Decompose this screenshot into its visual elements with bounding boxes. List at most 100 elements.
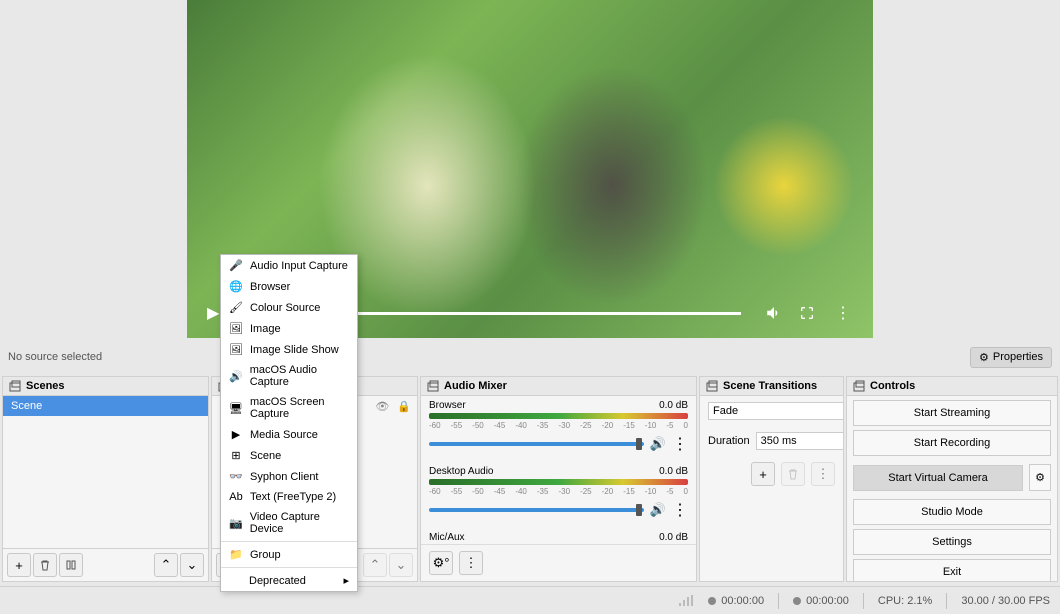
folder-icon: 📁 [229, 548, 243, 561]
control-button[interactable]: Studio Mode [853, 499, 1051, 525]
menu-item-icon: ▶ [229, 428, 243, 441]
meter-scale: -60-55-50-45-40-35-30-25-20-15-10-50 [429, 421, 688, 430]
audio-mixer-panel: Audio Mixer Browser0.0 dB -60-55-50-45-4… [420, 376, 697, 582]
eye-icon[interactable]: 👁 [375, 400, 389, 413]
fps-status: 30.00 / 30.00 FPS [961, 595, 1050, 607]
control-button[interactable]: Exit [853, 559, 1051, 581]
dock-icon [9, 380, 21, 392]
remove-transition-button[interactable] [781, 462, 805, 486]
mixer-channel: Browser0.0 dB -60-55-50-45-40-35-30-25-2… [421, 396, 696, 462]
menu-item[interactable]: 🔊macOS Audio Capture [221, 360, 357, 392]
transitions-panel: Scene Transitions ˄˅ Duration ˄˅ + ⋮ [699, 376, 844, 582]
menu-item-deprecated[interactable]: Deprecated ▸ [221, 570, 357, 591]
mixer-settings-button[interactable]: ⚙° [429, 551, 453, 575]
channel-name: Mic/Aux [429, 532, 465, 543]
channel-menu-icon[interactable]: ⋮ [672, 500, 688, 520]
source-down-button[interactable]: ⌄ [389, 553, 413, 577]
scene-item[interactable]: Scene [3, 396, 208, 416]
mixer-channel: Desktop Audio 0.0 dB -60-55-50-45-40-35-3… [421, 462, 696, 528]
speaker-icon[interactable]: 🔊 [650, 436, 666, 452]
source-up-button[interactable]: ⌃ [363, 553, 387, 577]
menu-item-label: Text (FreeType 2) [250, 491, 336, 503]
scene-filter-button[interactable] [59, 553, 83, 577]
menu-item-label: Media Source [250, 429, 318, 441]
transition-type-select[interactable] [708, 402, 843, 420]
more-icon[interactable]: ⋮ [833, 303, 853, 323]
transition-menu-button[interactable]: ⋮ [811, 462, 835, 486]
no-source-label: No source selected [8, 351, 102, 363]
dock-icon [427, 380, 439, 392]
play-icon[interactable]: ▶ [207, 303, 219, 323]
channel-name: Desktop Audio [429, 466, 494, 477]
scene-down-button[interactable]: ⌄ [180, 553, 204, 577]
mixer-channel: Mic/Aux0.0 dB -60-55-50-45-40-35-30-25-2… [421, 528, 696, 544]
dock-icon [706, 380, 718, 392]
channel-menu-icon[interactable]: ⋮ [672, 434, 688, 454]
live-time: 00:00:00 [721, 595, 764, 607]
menu-item-icon: Ab [229, 491, 243, 503]
menu-item-icon: 👓 [229, 470, 243, 483]
chevron-right-icon: ▸ [343, 574, 349, 587]
menu-item[interactable]: 🖼 Image [221, 318, 357, 339]
menu-item[interactable]: Ab Text (FreeType 2) [221, 487, 357, 507]
mixer-menu-button[interactable]: ⋮ [459, 551, 483, 575]
menu-item[interactable]: 🖥 macOS Screen Capture [221, 392, 357, 424]
audio-meter [429, 479, 688, 485]
status-bar: 00:00:00 00:00:00 CPU: 2.1% 30.00 / 30.0… [0, 586, 1060, 614]
panel-title: Controls [870, 380, 915, 392]
control-button[interactable]: Start Virtual Camera [853, 465, 1023, 491]
menu-item-label: Audio Input Capture [250, 260, 348, 272]
network-icon [678, 595, 694, 607]
volume-slider[interactable] [429, 442, 644, 446]
menu-item-label: Colour Source [250, 302, 320, 314]
channel-level: 0.0 dB [659, 466, 688, 477]
rec-time: 00:00:00 [806, 595, 849, 607]
menu-item-icon: 🔊 [229, 370, 243, 383]
scenes-panel: Scenes Scene + ⌃ ⌄ [2, 376, 209, 582]
fullscreen-icon[interactable] [799, 305, 819, 321]
volume-slider[interactable] [429, 508, 644, 512]
virtual-cam-settings-button[interactable]: ⚙ [1029, 464, 1051, 491]
menu-item[interactable]: 📷Video Capture Device [221, 507, 357, 539]
scene-up-button[interactable]: ⌃ [154, 553, 178, 577]
properties-button[interactable]: ⚙ Properties [970, 347, 1052, 368]
menu-item-icon: ⊞ [229, 449, 243, 462]
menu-item-label: Image [250, 323, 281, 335]
panel-title: Scene Transitions [723, 380, 817, 392]
menu-item[interactable]: 🎤 Audio Input Capture [221, 255, 357, 276]
add-transition-button[interactable]: + [751, 462, 775, 486]
lock-icon[interactable]: 🔒 [397, 400, 411, 413]
control-button[interactable]: Settings [853, 529, 1051, 555]
control-button[interactable]: Start Recording [853, 430, 1051, 456]
menu-item[interactable]: ⊞Scene [221, 445, 357, 466]
menu-item-icon: 🎤 [229, 259, 243, 272]
controls-panel: Controls Start Streaming Start Recording S… [846, 376, 1058, 582]
channel-level: 0.0 dB [659, 532, 688, 543]
panel-title: Audio Mixer [444, 380, 507, 392]
menu-item[interactable]: 👓Syphon Client [221, 466, 357, 487]
add-source-menu: 🎤 Audio Input Capture 🌐Browser 🖌 Colour Sour… [220, 254, 358, 592]
meter-scale: -60-55-50-45-40-35-30-25-20-15-10-50 [429, 487, 688, 496]
menu-item[interactable]: 🖌 Colour Source [221, 297, 357, 318]
menu-item[interactable]: 🖼Image Slide Show [221, 339, 357, 360]
live-dot-icon [708, 597, 716, 605]
menu-item-icon: 🖼 [229, 322, 243, 335]
speaker-icon[interactable]: 🔊 [650, 502, 666, 518]
menu-item[interactable]: ▶ Media Source [221, 424, 357, 445]
volume-icon[interactable] [765, 304, 785, 322]
channel-level: 0.0 dB [659, 400, 688, 411]
cpu-status: CPU: 2.1% [878, 595, 932, 607]
menu-item-group[interactable]: 📁 Group [221, 544, 357, 565]
menu-item-label: Image Slide Show [250, 344, 339, 356]
add-scene-button[interactable]: + [7, 553, 31, 577]
dock-icon [853, 380, 865, 392]
menu-item-label: Browser [250, 281, 290, 293]
remove-scene-button[interactable] [33, 553, 57, 577]
duration-input[interactable] [756, 432, 843, 450]
menu-item-icon: 🖥 [229, 402, 243, 415]
menu-item-icon: 🖌 [229, 301, 243, 314]
menu-item-label: Video Capture Device [250, 511, 349, 535]
menu-item[interactable]: 🌐Browser [221, 276, 357, 297]
menu-item-label: macOS Screen Capture [250, 396, 349, 420]
control-button[interactable]: Start Streaming [853, 400, 1051, 426]
